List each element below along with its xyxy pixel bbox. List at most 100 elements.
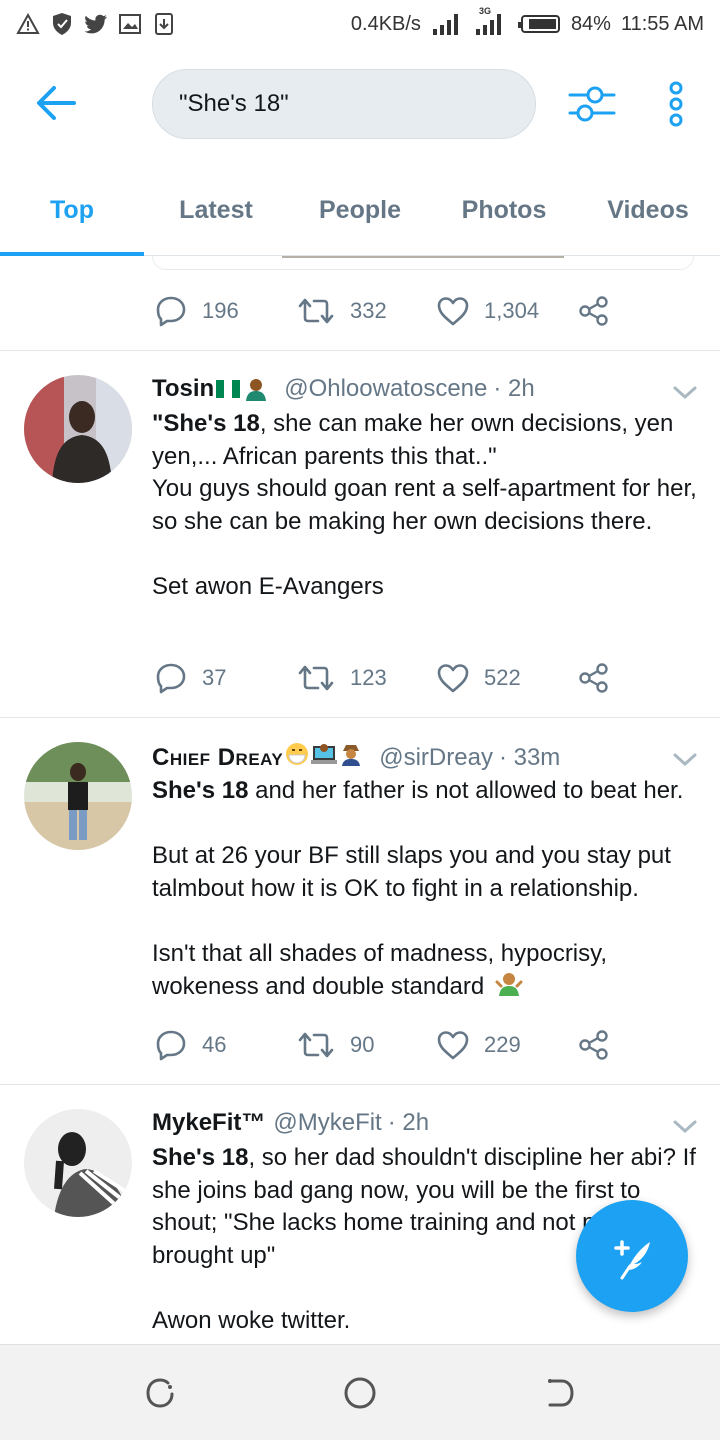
tab-people[interactable]: People <box>288 158 432 255</box>
person-emoji <box>244 377 268 401</box>
reply-icon <box>156 1030 186 1061</box>
home-button-icon[interactable] <box>342 1375 378 1411</box>
reply-icon <box>156 296 186 327</box>
retweet-count: 123 <box>350 665 387 690</box>
status-bar: 0.4KB/s 3G 84% 11:55 AM <box>0 0 720 48</box>
handle: @Ohloowatoscene <box>284 375 488 402</box>
chevron-down-icon[interactable] <box>672 752 698 768</box>
reply-count: 196 <box>202 298 239 323</box>
share-button[interactable] <box>578 1029 610 1061</box>
share-icon <box>579 1030 608 1060</box>
search-input[interactable]: "She's 18" <box>152 69 536 139</box>
timestamp: · 2h <box>387 1109 430 1136</box>
heart-icon <box>437 1031 469 1060</box>
technologist-emoji <box>311 742 338 773</box>
back-nav-icon[interactable] <box>542 1375 578 1411</box>
like-count: 229 <box>484 1032 521 1057</box>
divider <box>0 1084 720 1085</box>
detective-emoji <box>339 742 363 773</box>
battery-icon <box>517 12 561 36</box>
image-icon <box>118 12 142 36</box>
recent-apps-icon[interactable] <box>142 1375 178 1411</box>
divider <box>0 717 720 718</box>
clock: 11:55 AM <box>620 12 704 35</box>
chevron-down-icon[interactable] <box>672 385 698 401</box>
search-match-text: "She's 18 <box>152 410 260 437</box>
handle: @sirDreay <box>379 743 493 771</box>
tab-videos[interactable]: Videos <box>576 158 720 255</box>
signal-icon <box>431 12 463 36</box>
like-button[interactable]: 229 <box>436 1029 578 1061</box>
avatar[interactable] <box>24 742 132 850</box>
display-name[interactable]: Chief Dreay <box>152 742 363 773</box>
tweet-header: Chief Dreay @sirDreay · 33m <box>152 742 560 773</box>
shrug-emoji <box>495 970 523 1006</box>
share-button[interactable] <box>578 662 610 694</box>
divider <box>0 350 720 351</box>
reply-button[interactable]: 37 <box>154 661 296 695</box>
more-options-icon[interactable] <box>664 80 688 128</box>
display-name-text: Chief Dreay <box>152 743 284 771</box>
like-count: 1,304 <box>484 298 540 323</box>
media-card-image-edge <box>282 256 564 258</box>
search-match-text: She's 18 <box>152 1144 249 1171</box>
avatar[interactable] <box>24 1109 132 1217</box>
tab-latest[interactable]: Latest <box>144 158 288 255</box>
compose-feather-icon <box>614 1240 650 1280</box>
tweet-text: She's 18 and her father is not allowed t… <box>152 775 700 1006</box>
retweet-icon <box>298 298 334 324</box>
shield-icon <box>50 12 74 36</box>
retweet-icon <box>298 665 334 691</box>
tweet-actions: 196 332 1,304 <box>154 291 634 331</box>
handle: @MykeFit <box>273 1109 382 1136</box>
tab-photos[interactable]: Photos <box>432 158 576 255</box>
network-speed: 0.4KB/s <box>350 12 421 35</box>
retweet-button[interactable]: 123 <box>296 663 436 693</box>
reply-button[interactable]: 46 <box>154 1028 296 1062</box>
twitter-bird-icon <box>84 12 108 36</box>
tweet-text-line: You guys should goan rent a self-apartme… <box>152 475 697 535</box>
tweet-text-line: But at 26 your BF still slaps you and yo… <box>152 842 671 902</box>
battery-percent: 84% <box>570 12 611 35</box>
share-icon <box>579 296 608 326</box>
reply-count: 37 <box>202 665 227 690</box>
tweet-text-line: Isn't that all shades of madness, hypocr… <box>152 939 608 1001</box>
system-navigation-bar <box>0 1344 720 1440</box>
tweet-actions: 46 90 229 <box>154 1025 634 1065</box>
search-match-text: She's 18 <box>152 777 249 804</box>
like-button[interactable]: 522 <box>436 662 578 694</box>
tweet-text-line: Set awon E-Avangers <box>152 572 384 600</box>
tweet-header: MykeFit™ @MykeFit · 2h <box>152 1109 429 1137</box>
network-type-label: 3G <box>478 6 491 16</box>
heart-icon <box>437 664 469 693</box>
retweet-icon <box>298 1032 334 1058</box>
tweet-actions: 37 123 522 <box>154 658 634 698</box>
nigeria-flag-emoji <box>216 380 241 398</box>
search-header: "She's 18" <box>0 48 720 158</box>
retweet-button[interactable]: 332 <box>296 296 436 326</box>
like-button[interactable]: 1,304 <box>436 295 578 327</box>
media-card-edge <box>152 256 694 270</box>
compose-tweet-button[interactable] <box>576 1200 688 1312</box>
signal-3g-icon: 3G <box>473 6 507 36</box>
chevron-down-icon[interactable] <box>672 1119 698 1135</box>
tab-top[interactable]: Top <box>0 158 144 256</box>
display-name[interactable]: MykeFit™ <box>152 1109 265 1137</box>
share-button[interactable] <box>578 295 610 327</box>
avatar[interactable] <box>24 375 132 483</box>
reply-button[interactable]: 196 <box>154 294 296 328</box>
retweet-button[interactable]: 90 <box>296 1030 436 1060</box>
reply-icon <box>156 663 186 694</box>
display-name[interactable]: Tosin <box>152 375 268 403</box>
back-arrow-icon[interactable] <box>34 83 78 123</box>
tweet-text: "She's 18, she can make her own decision… <box>152 408 700 603</box>
filter-settings-icon[interactable] <box>566 82 618 126</box>
display-name-text: Tosin <box>152 375 215 402</box>
heart-icon <box>437 297 469 326</box>
warning-icon <box>16 12 40 36</box>
search-tabs: Top Latest People Photos Videos <box>0 158 720 256</box>
reply-count: 46 <box>202 1032 227 1057</box>
tweet-header: Tosin @Ohloowatoscene · 2h <box>152 375 535 403</box>
like-count: 522 <box>484 665 521 690</box>
timestamp: · 2h <box>493 375 535 402</box>
